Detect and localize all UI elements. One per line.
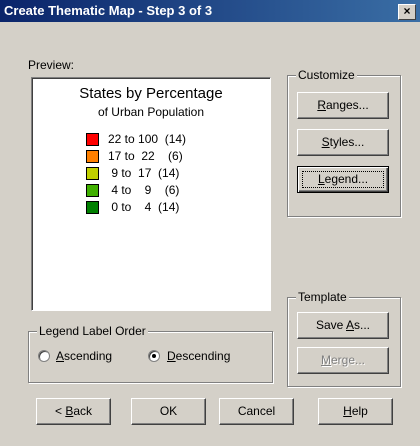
ranges-access-key: R (317, 98, 326, 112)
back-label: ack (73, 404, 93, 418)
merge-button[interactable]: Merge... (297, 347, 389, 374)
save-as-access-key: A (346, 318, 355, 332)
legend-range: 0 to 4 (14) (108, 200, 180, 214)
color-swatch (86, 133, 99, 146)
cancel-label: Cancel (237, 404, 276, 418)
legend-range: 4 to 9 (6) (108, 183, 180, 197)
legend-button[interactable]: Legend... (297, 166, 389, 193)
legend-title: States by Percentage (79, 85, 223, 102)
ascending-label[interactable]: Ascending (56, 349, 112, 363)
back-button[interactable]: < Back (36, 398, 111, 425)
legend-label-order-title: Legend Label Order (37, 324, 148, 338)
focus-rect (302, 171, 384, 188)
thematic-map-dialog: Create Thematic Map - Step 3 of 3 × Prev… (0, 0, 420, 446)
descending-radio[interactable] (148, 350, 160, 362)
ok-button[interactable]: OK (131, 398, 206, 425)
merge-access-key: M (320, 353, 331, 367)
color-swatch (86, 201, 99, 214)
help-access-key: H (343, 404, 352, 418)
help-label: elp (351, 404, 368, 418)
help-button[interactable]: Help (318, 398, 393, 425)
ranges-label: anges... (325, 98, 369, 112)
color-swatch (86, 167, 99, 180)
descending-label[interactable]: Descending (167, 349, 230, 363)
legend-range: 9 to 17 (14) (108, 166, 180, 180)
styles-label: tyles... (329, 135, 365, 149)
title-bar[interactable]: Create Thematic Map - Step 3 of 3 × (0, 0, 420, 22)
legend-range: 22 to 100 (14) (108, 132, 187, 146)
ascending-access-key: A (56, 349, 65, 363)
ranges-button[interactable]: Ranges... (297, 92, 389, 119)
styles-button[interactable]: Styles... (297, 129, 389, 156)
ascending-radio[interactable] (38, 350, 50, 362)
descending-label-text: escending (175, 349, 231, 363)
save-as-button[interactable]: Save As... (297, 312, 389, 339)
cancel-button[interactable]: Cancel (219, 398, 294, 425)
save-as-label: s... (354, 318, 371, 332)
ok-label: OK (159, 404, 178, 418)
legend-subtitle: of Urban Population (97, 105, 205, 119)
window-title: Create Thematic Map - Step 3 of 3 (4, 3, 213, 18)
radio-selected-dot (152, 354, 156, 358)
merge-label: erge... (330, 353, 366, 367)
customize-group-title: Customize (296, 68, 357, 82)
back-label-pre: < (54, 404, 66, 418)
styles-access-key: S (321, 135, 330, 149)
template-group-title: Template (296, 290, 349, 304)
color-swatch (86, 184, 99, 197)
legend-preview: States by Percentage of Urban Population… (31, 77, 271, 311)
legend-range: 17 to 22 (6) (108, 149, 183, 163)
ascending-label-text: scending (64, 349, 113, 363)
color-swatch (86, 150, 99, 163)
save-as-label-pre: Save (315, 318, 346, 332)
close-button[interactable]: × (398, 4, 416, 20)
preview-label: Preview: (28, 58, 75, 72)
descending-access-key: D (167, 349, 176, 363)
